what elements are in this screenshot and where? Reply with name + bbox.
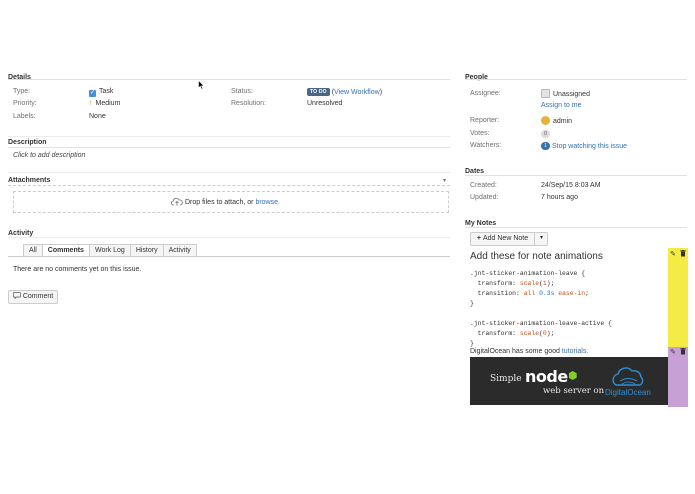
comment-icon: [12, 292, 21, 300]
notes-title: My Notes: [465, 220, 497, 227]
assign-to-me-link[interactable]: Assign to me: [541, 102, 581, 109]
created-value: 24/Sep/15 8:03 AM: [541, 182, 601, 189]
watchers-count: 1: [541, 142, 550, 150]
edit-pencil-icon[interactable]: ✎: [670, 250, 676, 258]
status-label: Status:: [231, 88, 253, 95]
add-note-dropdown-icon[interactable]: ▾: [534, 232, 548, 246]
admin-avatar: [541, 116, 550, 125]
watchers-value: 1 Stop watching this issue: [541, 142, 627, 150]
note-2-toolbar: ✎: [668, 347, 688, 407]
activity-divider: [8, 237, 450, 238]
assignee-label: Assignee:: [470, 90, 501, 97]
priority-arrow-icon: ↑: [89, 100, 93, 107]
resolution-value: Unresolved: [307, 100, 343, 107]
description-top-divider: [8, 136, 450, 137]
people-divider: [465, 79, 687, 80]
note-1-toolbar: ✎: [668, 248, 688, 347]
attachments-title: Attachments: [8, 177, 51, 184]
code-line: transition: all 0.3s ease-in;: [470, 290, 589, 297]
activity-title: Activity: [8, 230, 34, 237]
tabs-baseline: [8, 256, 450, 257]
attachments-dropzone[interactable]: Drop files to attach, or browse.: [13, 191, 449, 213]
note-1[interactable]: Add these for note animations .jnt-stick…: [468, 248, 668, 347]
cloud-upload-icon: [171, 197, 183, 206]
type-value: ✓ Task: [89, 88, 113, 97]
comment-button[interactable]: Comment: [8, 290, 58, 304]
browse-link[interactable]: browse.: [255, 199, 280, 206]
description-placeholder[interactable]: Click to add description: [13, 152, 85, 159]
code-line: }: [470, 340, 474, 347]
banner-sub-text: web server on: [543, 386, 605, 396]
reporter-value: admin: [541, 116, 572, 125]
type-text: Task: [99, 88, 114, 95]
delete-trash-icon[interactable]: [680, 250, 686, 259]
banner-node-logo: node: [525, 367, 577, 386]
note-2-text: DigitalOcean has some good tutorials.: [470, 348, 588, 355]
delete-trash-icon[interactable]: [680, 348, 686, 357]
priority-label: Priority:: [13, 100, 37, 107]
add-new-note-button[interactable]: + Add New Note: [471, 233, 534, 245]
attachments-dropdown-icon[interactable]: ▾: [443, 177, 446, 184]
digitalocean-banner-image: Simple node web server on DigitalOcean: [470, 357, 668, 405]
banner-simple-text: Simple: [490, 374, 522, 384]
plus-icon: +: [476, 235, 481, 242]
votes-value[interactable]: 0: [541, 130, 550, 138]
attachments-divider: [8, 185, 450, 186]
description-title: Description: [8, 139, 47, 146]
updated-value: 7 hours ago: [541, 194, 578, 201]
status-badge: TO DO: [307, 88, 330, 96]
comment-button-label: Comment: [22, 293, 54, 300]
type-label: Type:: [13, 88, 31, 95]
resolution-label: Resolution:: [231, 100, 267, 107]
notes-divider: [465, 227, 687, 228]
task-icon: ✓: [89, 90, 96, 97]
note-2-body: DigitalOcean has some good: [470, 348, 560, 355]
dates-title: Dates: [465, 168, 485, 175]
add-new-note-label: Add New Note: [482, 235, 529, 242]
labels-label: Labels:: [13, 113, 36, 120]
unassigned-avatar: [541, 89, 550, 98]
stop-watching-link[interactable]: Stop watching this issue: [552, 143, 627, 150]
created-label: Created:: [470, 182, 497, 189]
assignee-value: Unassigned: [541, 89, 590, 98]
votes-count: 0: [541, 130, 550, 138]
banner-digitalocean-text: DigitalOcean: [605, 388, 651, 397]
add-note-group: + Add New Note ▾: [470, 232, 548, 246]
updated-label: Updated:: [470, 194, 499, 201]
status-value: TO DO (View Workflow): [307, 88, 382, 96]
code-line: }: [470, 300, 474, 307]
digitalocean-cloud-icon: [610, 367, 646, 387]
votes-label: Votes:: [470, 130, 490, 137]
note-1-heading: Add these for note animations: [470, 251, 603, 262]
attachments-top-divider: [8, 172, 450, 173]
code-line: transform: scale(0);: [470, 330, 555, 337]
drop-text: Drop files to attach, or: [185, 199, 254, 206]
priority-text: Medium: [95, 100, 121, 107]
note-2[interactable]: DigitalOcean has some good tutorials. Si…: [468, 347, 668, 407]
view-workflow-link[interactable]: View Workflow: [334, 89, 380, 96]
no-comments-text: There are no comments yet on this issue.: [13, 266, 142, 273]
nodejs-hexagon-icon: [568, 371, 577, 380]
reporter-label: Reporter:: [470, 117, 500, 124]
assignee-text: Unassigned: [553, 91, 590, 98]
code-line: transform: scale(1);: [470, 280, 555, 287]
watchers-label: Watchers:: [470, 142, 502, 149]
priority-value: ↑ Medium: [89, 100, 120, 107]
dates-divider: [465, 175, 687, 176]
dropzone-content: Drop files to attach, or browse.: [171, 197, 280, 206]
details-divider: [8, 79, 450, 80]
description-divider: [8, 147, 450, 148]
code-line: .jnt-sticker-animation-leave {: [470, 270, 586, 277]
labels-value: None: [89, 113, 106, 120]
mouse-cursor-icon: [198, 80, 205, 90]
note-1-code: .jnt-sticker-animation-leave { transform…: [470, 269, 612, 349]
edit-pencil-icon[interactable]: ✎: [670, 348, 676, 356]
tutorials-link[interactable]: tutorials.: [562, 348, 588, 355]
banner-node-text: node: [525, 367, 568, 386]
code-line: .jnt-sticker-animation-leave-active {: [470, 320, 612, 327]
reporter-text: admin: [553, 118, 573, 125]
